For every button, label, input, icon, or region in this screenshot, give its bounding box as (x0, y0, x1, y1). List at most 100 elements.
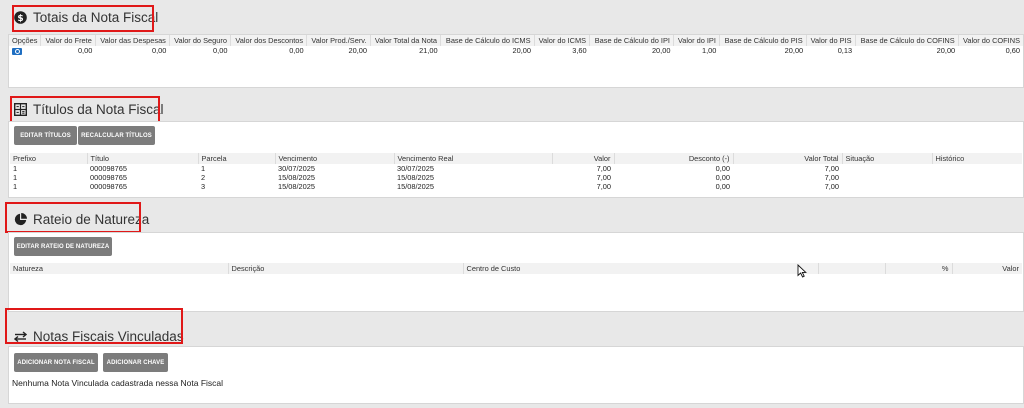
col-valor-descontos: Valor dos Descontos (230, 35, 308, 46)
cell: 7,00 (596, 182, 611, 191)
col-centro-custo: Centro de Custo (463, 263, 819, 274)
col-valor-despesas: Valor das Despesas (95, 35, 170, 46)
cell: 1 (13, 173, 18, 182)
view-cell (9, 46, 41, 55)
cell: 0,00 (77, 46, 93, 55)
col-percent: % (885, 263, 953, 274)
cell: 7,00 (596, 173, 611, 182)
mouse-cursor-icon (797, 264, 807, 278)
col-vencimento-real: Vencimento Real (394, 153, 553, 164)
col-valor: Valor (952, 263, 1022, 274)
cell (842, 182, 932, 191)
col-natureza: Natureza (10, 263, 229, 274)
highlight-box-titulos (10, 96, 160, 123)
col-valor: Valor (552, 153, 615, 164)
cell: 000098765 (90, 182, 127, 191)
col-valor-icms: Valor do ICMS (534, 35, 591, 46)
col-valor-prod: Valor Prod./Serv. (306, 35, 371, 46)
cell: 1 (201, 164, 206, 173)
col-base-cofins: Base de Cálculo do COFINS (855, 35, 959, 46)
cell (932, 173, 1022, 182)
cell: 30/07/2025 (278, 164, 315, 173)
adicionar-nota-fiscal-button[interactable]: ADICIONAR NOTA FISCAL (14, 353, 98, 372)
highlight-box-rateio (5, 202, 141, 233)
cell: 7,00 (596, 164, 611, 173)
notas-panel: ADICIONAR NOTA FISCAL ADICIONAR CHAVE Ne… (8, 346, 1024, 404)
cell (842, 164, 932, 173)
rateio-table-wrap: Natureza Descrição Centro de Custo % Val… (10, 263, 1022, 274)
cell: 15/08/2025 (397, 173, 434, 182)
cell: 0,00 (213, 46, 228, 55)
cell: 20,00 (512, 46, 532, 55)
rateio-header-row: Natureza Descrição Centro de Custo % Val… (10, 263, 1022, 274)
col-valor-pis: Valor do PIS (806, 35, 856, 46)
cell: 20,00 (936, 46, 956, 55)
col-prefixo: Prefixo (10, 153, 88, 164)
titulos-panel: EDITAR TÍTULOS RECALCULAR TÍTULOS Prefix… (8, 121, 1024, 198)
cell: 3,60 (572, 46, 587, 55)
col-titulo: Título (87, 153, 199, 164)
totais-panel: Opções Valor do Frete Valor das Despesas… (8, 34, 1024, 88)
cell: 0,00 (715, 173, 730, 182)
col-base-icms: Base de Cálculo do ICMS (440, 35, 535, 46)
cell: 15/08/2025 (278, 182, 315, 191)
col-blank (818, 263, 886, 274)
search-icon[interactable] (12, 47, 22, 55)
cell: 2 (201, 173, 206, 182)
col-vencimento: Vencimento (275, 153, 395, 164)
cell: 0,60 (1005, 46, 1020, 55)
cell: 20,00 (651, 46, 671, 55)
rateio-header: Rateio de Natureza (0, 212, 1024, 227)
col-parcela: Parcela (198, 153, 276, 164)
cell: 7,00 (824, 173, 839, 182)
highlight-box-totais (12, 5, 154, 32)
col-desconto: Desconto (-) (614, 153, 734, 164)
cell: 000098765 (90, 164, 127, 173)
totais-table: Opções Valor do Frete Valor das Despesas… (9, 35, 1023, 55)
titulos-header-row: Prefixo Título Parcela Vencimento Vencim… (10, 153, 1022, 164)
rateio-table: Natureza Descrição Centro de Custo % Val… (10, 263, 1022, 274)
rateio-panel: EDITAR RATEIO DE NATUREZA Natureza Descr… (8, 232, 1024, 312)
cell: 7,00 (824, 182, 839, 191)
titulos-table: Prefixo Título Parcela Vencimento Vencim… (10, 153, 1022, 191)
cell: 21,00 (419, 46, 438, 55)
cell (932, 164, 1022, 173)
col-valor-total: Valor Total (733, 153, 843, 164)
adicionar-chave-button[interactable]: ADICIONAR CHAVE (103, 353, 168, 372)
col-base-pis: Base de Cálculo do PIS (719, 35, 807, 46)
col-opcoes: Opções (9, 35, 42, 46)
cell: 1 (13, 164, 18, 173)
cell (932, 182, 1022, 191)
cell: 0,00 (151, 46, 167, 55)
col-valor-frete: Valor do Frete (40, 35, 96, 46)
recalcular-titulos-button[interactable]: RECALCULAR TÍTULOS (78, 126, 155, 145)
col-valor-cofins: Valor do COFINS (958, 35, 1023, 46)
col-valor-ipi: Valor do IPI (673, 35, 720, 46)
cell: 7,00 (824, 164, 839, 173)
cell: 15/08/2025 (278, 173, 315, 182)
table-row: 0,00 0,00 0,00 0,00 20,00 21,00 20,00 3,… (9, 46, 1023, 55)
cell: 20,00 (348, 46, 368, 55)
cell: 1 (13, 182, 18, 191)
titulos-table-wrap: Prefixo Título Parcela Vencimento Vencim… (10, 153, 1022, 191)
col-descricao: Descrição (228, 263, 464, 274)
col-valor-total: Valor Total da Nota (370, 35, 442, 46)
table-row: 1 000098765 2 15/08/2025 15/08/2025 7,00… (10, 173, 1022, 182)
col-situacao: Situação (842, 153, 933, 164)
col-valor-seguro: Valor do Seguro (169, 35, 231, 46)
cell: 3 (201, 182, 206, 191)
cell: 0,00 (289, 46, 304, 55)
col-historico: Histórico (932, 153, 1022, 164)
highlight-box-notas (5, 308, 183, 344)
cell (842, 173, 932, 182)
cell: 000098765 (90, 173, 127, 182)
cell: 1,00 (702, 46, 717, 55)
editar-rateio-button[interactable]: EDITAR RATEIO DE NATUREZA (14, 237, 112, 256)
cell: 15/08/2025 (397, 182, 434, 191)
totais-header-row: Opções Valor do Frete Valor das Despesas… (9, 35, 1023, 46)
table-row: 1 000098765 3 15/08/2025 15/08/2025 7,00… (10, 182, 1022, 191)
editar-titulos-button[interactable]: EDITAR TÍTULOS (14, 126, 77, 145)
cell: 0,13 (837, 46, 853, 55)
cell: 0,00 (715, 164, 730, 173)
table-row: 1 000098765 1 30/07/2025 30/07/2025 7,00… (10, 164, 1022, 173)
